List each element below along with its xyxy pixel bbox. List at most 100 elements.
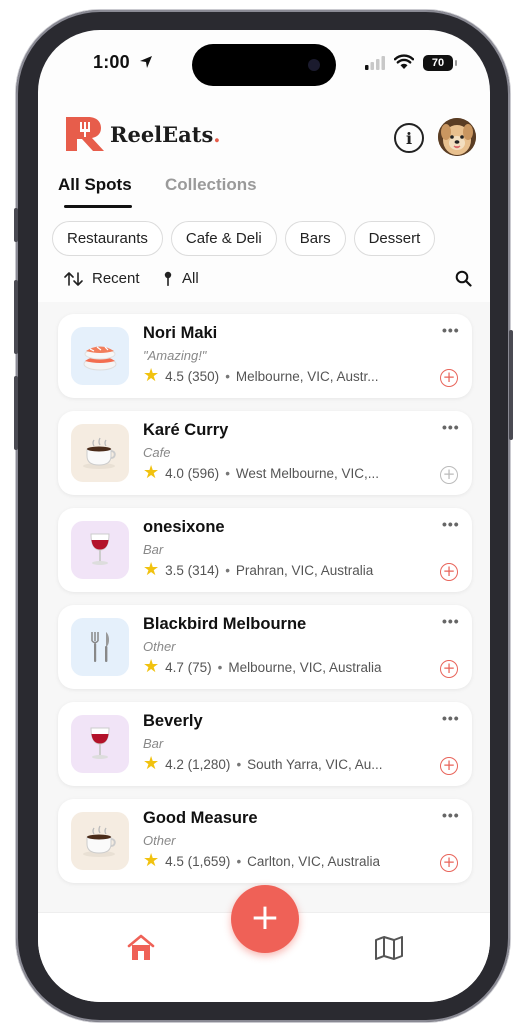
location-filter-button[interactable]: All (164, 270, 199, 287)
reeleats-logo-icon (66, 117, 104, 151)
chip-cafe-deli[interactable]: Cafe & Deli (170, 221, 277, 256)
spot-subtitle: Other (143, 833, 176, 848)
spot-rating: 4.7 (75) (165, 659, 212, 675)
spot-card[interactable]: Beverly Bar ★ 4.2 (1,280) • South Yarra,… (58, 702, 472, 786)
spot-card[interactable]: Nori Maki "Amazing!" ★ 4.5 (350) • Melbo… (58, 314, 472, 398)
star-icon: ★ (143, 753, 160, 774)
dog-avatar-icon (438, 118, 476, 156)
add-to-collection-button[interactable]: + (440, 466, 458, 484)
sort-button[interactable]: Recent (64, 270, 140, 287)
spot-subtitle: Bar (143, 542, 164, 557)
tab-collections[interactable]: Collections (165, 175, 257, 195)
wine-glass-illustration (90, 727, 110, 759)
coffee-icon (71, 424, 129, 482)
add-to-collection-button[interactable]: + (440, 757, 458, 775)
location-arrow-icon (140, 56, 152, 68)
battery-icon: 70 (423, 55, 453, 71)
wine-glass-icon (71, 715, 129, 773)
fork-knife-illustration (91, 632, 109, 662)
profile-avatar[interactable] (438, 118, 476, 156)
dynamic-island (192, 44, 336, 86)
add-to-collection-button[interactable]: + (440, 369, 458, 387)
separator-dot: • (225, 368, 230, 384)
cellular-signal-icon (365, 56, 385, 70)
wine-glass-illustration (90, 533, 110, 565)
coffee-cup-illustration (83, 825, 116, 857)
coffee-cup-illustration (83, 437, 116, 469)
star-icon: ★ (143, 656, 160, 677)
status-time: 1:00 (93, 52, 130, 72)
brand-dot: . (213, 121, 221, 147)
spot-name: Blackbird Melbourne (143, 615, 307, 633)
spot-location: Melbourne, VIC, Australia (228, 659, 382, 675)
spot-name: Good Measure (143, 809, 258, 827)
more-options-icon[interactable]: ••• (442, 419, 460, 435)
more-options-icon[interactable]: ••• (442, 322, 460, 338)
spot-rating: 4.5 (1,659) (165, 853, 231, 869)
spot-card[interactable]: Blackbird Melbourne Other ★ 4.7 (75) • M… (58, 605, 472, 689)
filter-row: Recent All (38, 268, 490, 294)
spot-subtitle: "Amazing!" (143, 348, 207, 363)
spot-name: onesixone (143, 518, 225, 536)
more-options-icon[interactable]: ••• (442, 516, 460, 532)
star-icon: ★ (143, 462, 160, 483)
tab-bar: All Spots Collections (38, 173, 490, 209)
camera-icon (308, 59, 320, 71)
home-icon[interactable] (125, 933, 157, 963)
spot-rating: 4.5 (350) (165, 368, 220, 384)
more-options-icon[interactable]: ••• (442, 807, 460, 823)
tab-all-spots[interactable]: All Spots (58, 175, 132, 195)
chip-bars[interactable]: Bars (284, 221, 346, 256)
spot-card[interactable]: Karé Curry Cafe ★ 4.0 (596) • West Melbo… (58, 411, 472, 495)
spot-meta: ★ 4.2 (1,280) • South Yarra, VIC, Au... (143, 755, 383, 773)
spot-meta: ★ 4.5 (350) • Melbourne, VIC, Austr... (143, 367, 379, 385)
spot-rating: 4.2 (1,280) (165, 756, 231, 772)
app-logo: ReelEats. (64, 115, 221, 153)
spot-name: Nori Maki (143, 324, 218, 342)
spot-name: Karé Curry (143, 421, 229, 439)
spot-card[interactable]: Good Measure Other ★ 4.5 (1,659) • Carlt… (58, 799, 472, 883)
pin-icon (164, 271, 172, 286)
app-header: ReelEats. i (38, 115, 490, 159)
info-button[interactable]: i (394, 123, 424, 153)
spot-location: Prahran, VIC, Australia (235, 562, 374, 578)
spot-meta: ★ 4.7 (75) • Melbourne, VIC, Australia (143, 658, 381, 676)
category-chips: Restaurants Cafe & Deli Bars Dessert (52, 221, 436, 257)
spot-meta: ★ 4.0 (596) • West Melbourne, VIC,... (143, 464, 379, 482)
more-options-icon[interactable]: ••• (442, 710, 460, 726)
sort-label: Recent (92, 270, 140, 287)
search-icon[interactable] (455, 270, 472, 287)
app-screen: 1:00 70 ReelEats. i All Spots Collection… (38, 30, 490, 1002)
sushi-illustration (83, 346, 117, 371)
spots-list: Nori Maki "Amazing!" ★ 4.5 (350) • Melbo… (38, 302, 490, 912)
location-filter-label: All (182, 270, 199, 287)
add-to-collection-button[interactable]: + (440, 854, 458, 872)
map-icon[interactable] (374, 935, 404, 961)
separator-dot: • (217, 659, 223, 675)
add-to-collection-button[interactable]: + (440, 563, 458, 581)
spot-name: Beverly (143, 712, 203, 730)
brand-text: ReelEats (110, 121, 214, 147)
star-icon: ★ (143, 559, 160, 580)
spot-subtitle: Cafe (143, 445, 171, 460)
power-button (509, 330, 513, 440)
chip-dessert[interactable]: Dessert (353, 221, 436, 256)
add-spot-button[interactable]: + (231, 885, 299, 953)
wine-glass-icon (71, 521, 129, 579)
sort-arrows-icon (64, 271, 83, 286)
brand-name: ReelEats. (110, 122, 221, 147)
cutlery-icon (71, 618, 129, 676)
volume-down-button (14, 376, 18, 450)
spot-location: West Melbourne, VIC,... (235, 465, 379, 481)
separator-dot: • (236, 756, 242, 772)
spot-meta: ★ 4.5 (1,659) • Carlton, VIC, Australia (143, 852, 380, 870)
star-icon: ★ (143, 850, 160, 871)
spot-meta: ★ 3.5 (314) • Prahran, VIC, Australia (143, 561, 373, 579)
active-tab-indicator (64, 205, 132, 208)
status-bar: 1:00 70 (38, 30, 490, 92)
chip-restaurants[interactable]: Restaurants (52, 221, 163, 256)
volume-up-button (14, 280, 18, 354)
spot-card[interactable]: onesixone Bar ★ 3.5 (314) • Prahran, VIC… (58, 508, 472, 592)
more-options-icon[interactable]: ••• (442, 613, 460, 629)
add-to-collection-button[interactable]: + (440, 660, 458, 678)
